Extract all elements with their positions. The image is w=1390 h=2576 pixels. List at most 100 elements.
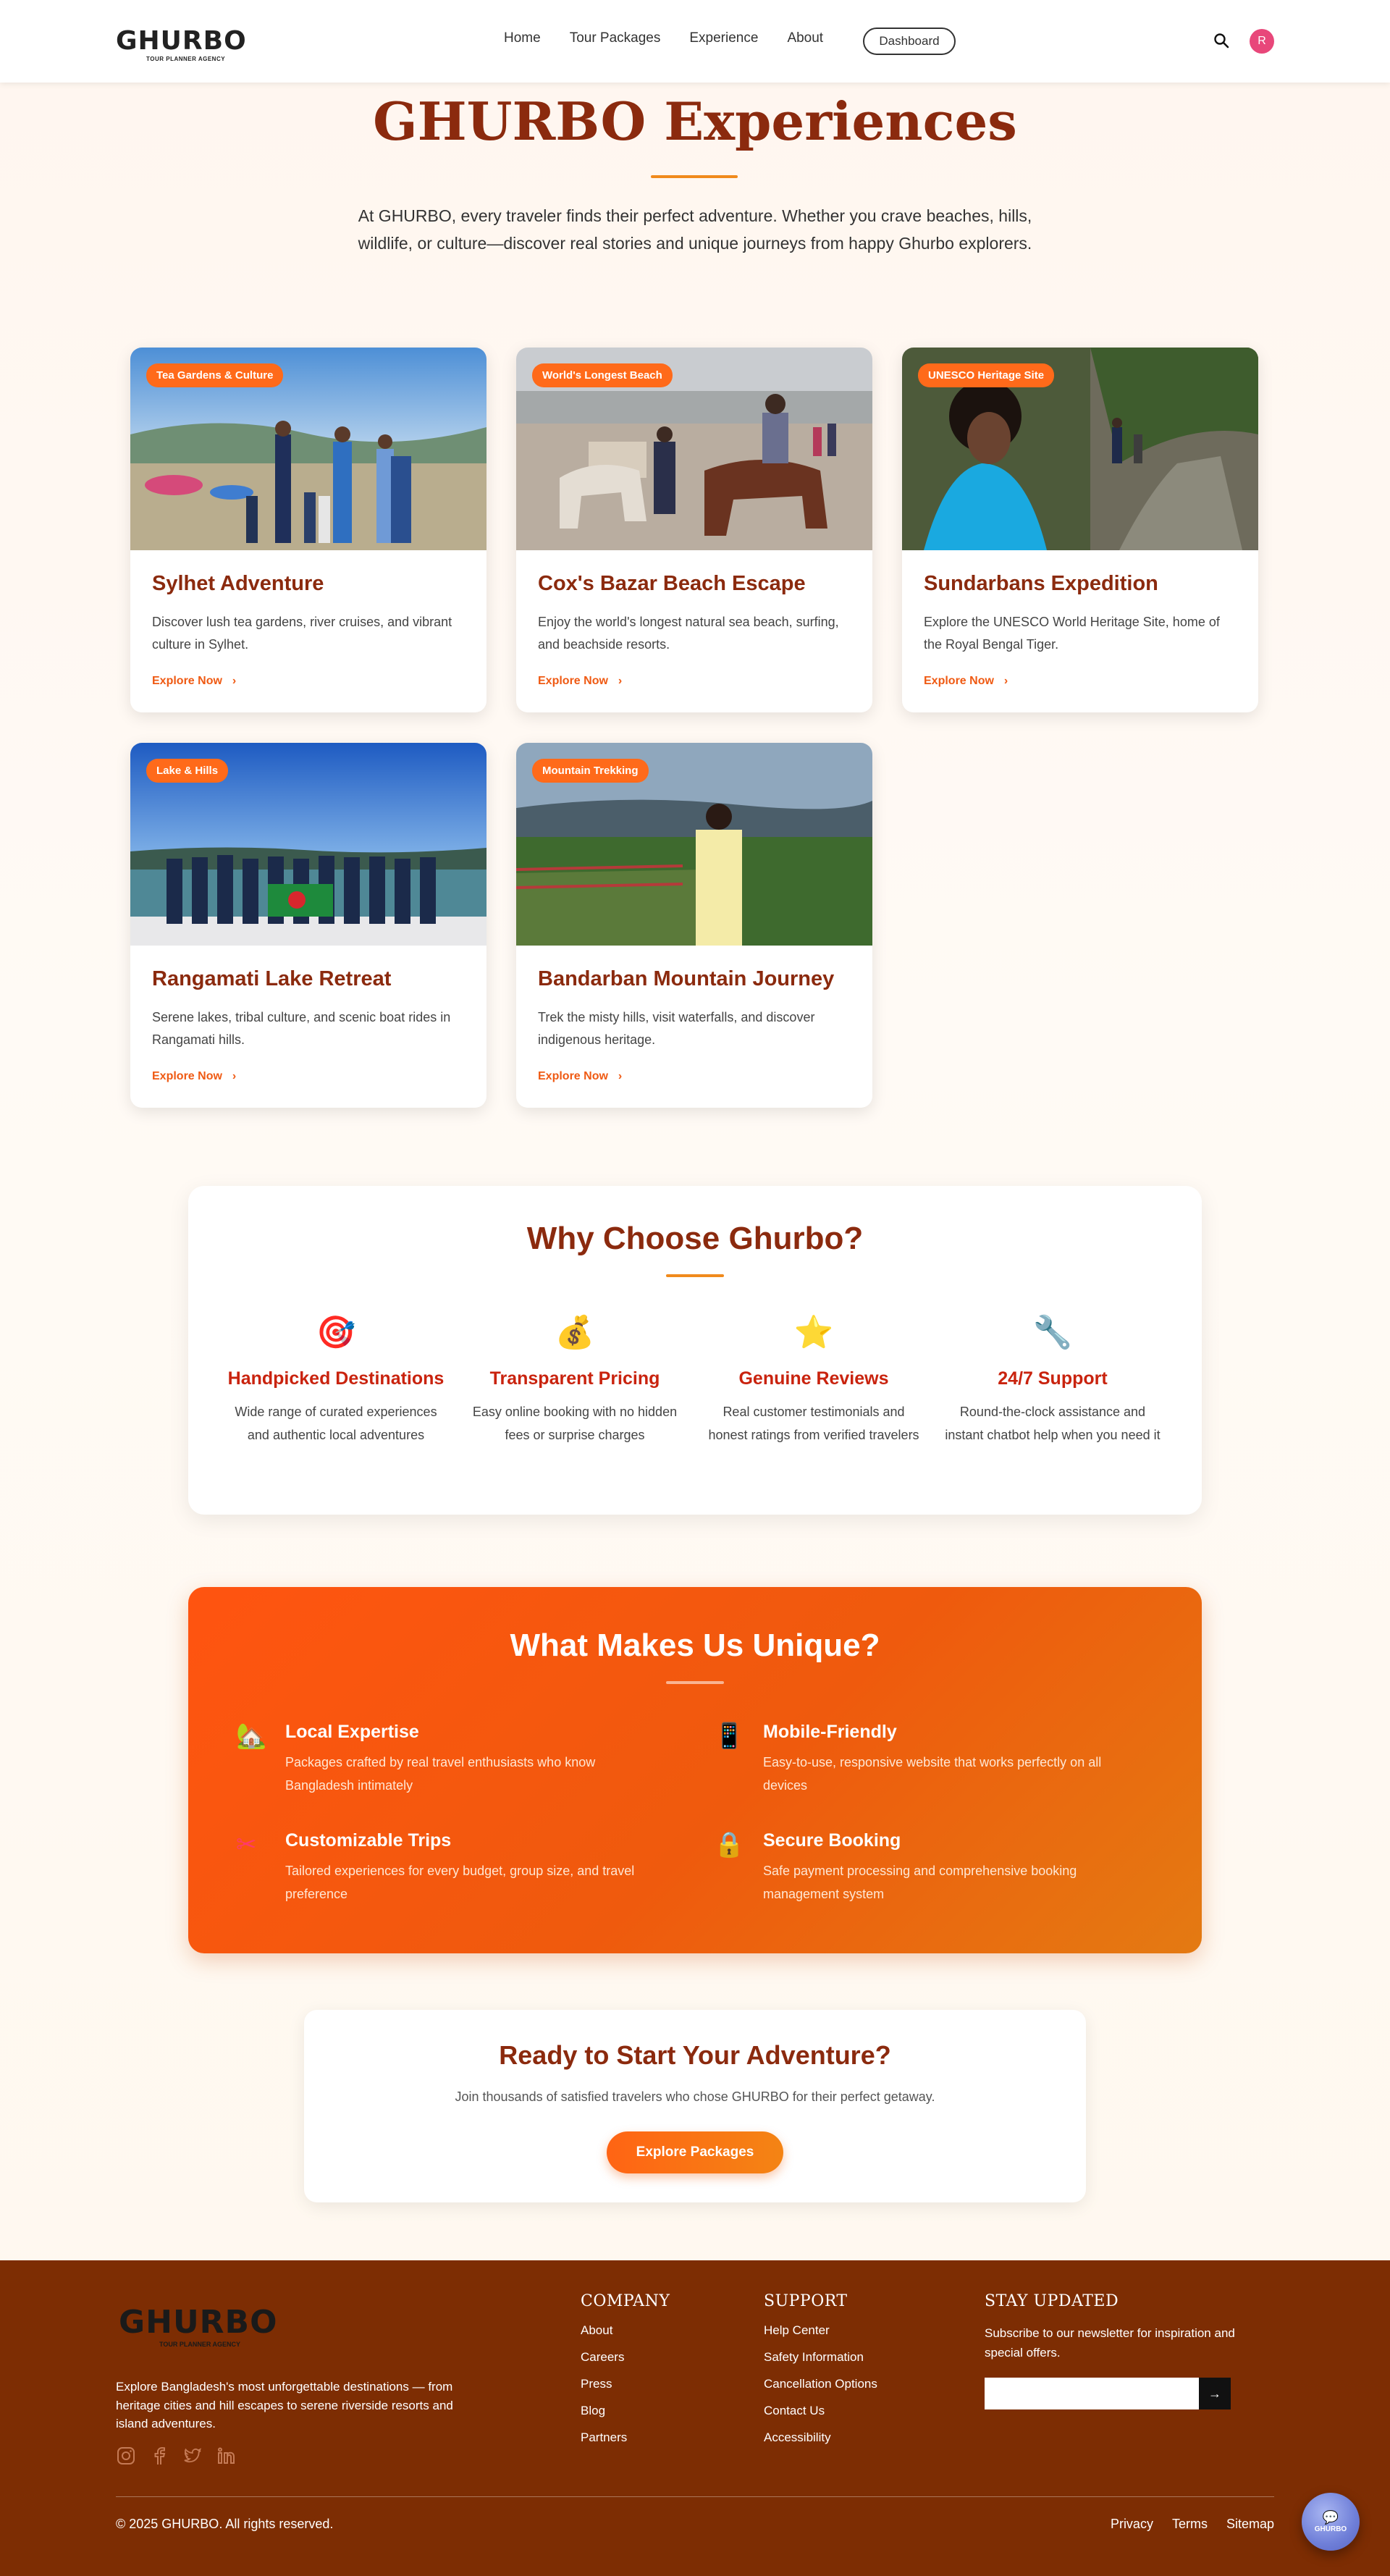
chevron-right-icon: ›	[1003, 675, 1008, 687]
footer-link-terms[interactable]: Terms	[1172, 2517, 1208, 2532]
linkedin-icon[interactable]	[216, 2446, 236, 2466]
nav-tour-packages[interactable]: Tour Packages	[570, 30, 661, 46]
feature-description: Wide range of curated experiences and au…	[235, 1405, 437, 1442]
footer-link-press[interactable]: Press	[581, 2377, 670, 2391]
feature-handpicked-destinations: 🎯 Handpicked Destinations Wide range of …	[227, 1313, 445, 1447]
explore-now-link[interactable]: Explore Now ›	[538, 1070, 622, 1083]
footer-link-privacy[interactable]: Privacy	[1111, 2517, 1153, 2532]
dashboard-button[interactable]: Dashboard	[863, 28, 956, 55]
footer-link-help-center[interactable]: Help Center	[764, 2323, 877, 2338]
logo-text: GHURBO	[116, 26, 247, 56]
explore-now-link[interactable]: Explore Now ›	[538, 675, 622, 688]
facebook-icon[interactable]	[149, 2446, 169, 2466]
card-tag: Mountain Trekking	[532, 759, 649, 783]
newsletter-email-input[interactable]	[985, 2378, 1199, 2409]
footer-company: COMPANY About Careers Press Blog Partner…	[581, 2292, 670, 2457]
footer-link-cancellation[interactable]: Cancellation Options	[764, 2377, 877, 2391]
cta-description: Join thousands of satisfied travelers wh…	[455, 2089, 935, 2104]
footer-logo[interactable]: GHURBO TOUR PLANNER AGENCY	[119, 2304, 278, 2348]
footer-link-careers[interactable]: Careers	[581, 2350, 670, 2365]
footer-about: Explore Bangladesh's most unforgettable …	[116, 2380, 453, 2430]
experience-card-rangamati[interactable]: Lake & Hills Rangamati Lake Retreat Sere…	[130, 743, 486, 1108]
feature-genuine-reviews: ⭐ Genuine Reviews Real customer testimon…	[705, 1313, 922, 1447]
feature-transparent-pricing: 💰 Transparent Pricing Easy online bookin…	[466, 1313, 683, 1447]
card-image: Tea Gardens & Culture	[130, 348, 486, 550]
title-divider	[666, 1274, 724, 1277]
explore-now-label: Explore Now	[538, 1070, 608, 1082]
chevron-right-icon: ›	[618, 1070, 623, 1082]
footer-link-sitemap[interactable]: Sitemap	[1226, 2517, 1274, 2532]
footer-link-safety[interactable]: Safety Information	[764, 2350, 877, 2365]
mobile-icon: 📱	[714, 1722, 745, 1750]
footer-col-title: STAY UPDATED	[985, 2292, 1119, 2310]
card-title: Sundarbans Expedition	[924, 572, 1158, 595]
feature-description: Round-the-clock assistance and instant c…	[945, 1405, 1161, 1442]
experience-card-sundarbans[interactable]: UNESCO Heritage Site Sundarbans Expediti…	[902, 348, 1258, 712]
card-description: Serene lakes, tribal culture, and scenic…	[152, 1010, 451, 1047]
chevron-right-icon: ›	[232, 675, 237, 687]
footer-link-about[interactable]: About	[581, 2323, 670, 2338]
feature-description: Easy online booking with no hidden fees …	[472, 1405, 678, 1442]
feature-description: Real customer testimonials and honest ra…	[708, 1405, 919, 1442]
social-links	[116, 2446, 236, 2466]
chevron-right-icon: ›	[232, 1070, 237, 1082]
chatbot-button[interactable]: 💬 GHURBO	[1302, 2493, 1360, 2551]
unique-section: What Makes Us Unique? 🏡 Local Expertise …	[188, 1587, 1202, 1953]
experience-card-coxs-bazar[interactable]: World's Longest Beach Cox's Bazar Beach …	[516, 348, 872, 712]
card-tag: Tea Gardens & Culture	[146, 363, 284, 387]
house-icon: 🏡	[236, 1722, 267, 1750]
hero-description: At GHURBO, every traveler finds their pe…	[358, 206, 1032, 253]
brand-logo[interactable]: GHURBO TOUR PLANNER AGENCY	[116, 26, 247, 62]
footer-col-title: SUPPORT	[764, 2292, 848, 2310]
experience-card-sylhet[interactable]: Tea Gardens & Culture Sylhet Adventure D…	[130, 348, 486, 712]
card-tag: World's Longest Beach	[532, 363, 673, 387]
explore-now-link[interactable]: Explore Now ›	[152, 1070, 236, 1083]
chevron-right-icon: ›	[618, 675, 623, 687]
card-description: Trek the misty hills, visit waterfalls, …	[538, 1010, 815, 1047]
feature-title: Handpicked Destinations	[227, 1368, 445, 1389]
feature-support: 🔧 24/7 Support Round-the-clock assistanc…	[944, 1313, 1161, 1447]
footer-support: SUPPORT Help Center Safety Information C…	[764, 2292, 877, 2457]
page-title: GHURBO Experiences	[373, 91, 1017, 152]
footer-newsletter: STAY UPDATED Subscribe to our newsletter…	[985, 2292, 1274, 2362]
footer-link-partners[interactable]: Partners	[581, 2430, 670, 2445]
footer-link-blog[interactable]: Blog	[581, 2404, 670, 2418]
section-title: What Makes Us Unique?	[510, 1628, 880, 1663]
experience-card-bandarban[interactable]: Mountain Trekking Bandarban Mountain Jou…	[516, 743, 872, 1108]
lock-icon: 🔒	[714, 1831, 745, 1859]
copyright: © 2025 GHURBO. All rights reserved.	[116, 2517, 334, 2531]
explore-packages-button[interactable]: Explore Packages	[607, 2131, 783, 2173]
card-title: Cox's Bazar Beach Escape	[538, 572, 806, 595]
logo-subtitle: TOUR PLANNER AGENCY	[146, 56, 226, 62]
footer-link-contact[interactable]: Contact Us	[764, 2404, 877, 2418]
footer-col-title: COMPANY	[581, 2292, 670, 2310]
main-nav: Home Tour Packages Experience About	[504, 30, 852, 46]
newsletter-submit-button[interactable]: →	[1199, 2378, 1231, 2409]
card-image: UNESCO Heritage Site	[902, 348, 1258, 550]
feature-title: Genuine Reviews	[738, 1368, 889, 1389]
nav-about[interactable]: About	[787, 30, 823, 46]
footer-divider	[116, 2496, 1274, 2497]
card-description: Enjoy the world's longest natural sea be…	[538, 615, 839, 652]
explore-now-label: Explore Now	[924, 675, 994, 687]
section-title: Why Choose Ghurbo?	[526, 1221, 864, 1256]
footer-link-accessibility[interactable]: Accessibility	[764, 2430, 877, 2445]
card-description: Explore the UNESCO World Heritage Site, …	[924, 615, 1220, 652]
unique-title: Mobile-Friendly	[763, 1722, 897, 1742]
unique-description: Packages crafted by real travel enthusia…	[285, 1755, 596, 1793]
user-avatar[interactable]: R	[1250, 29, 1274, 54]
explore-now-link[interactable]: Explore Now ›	[924, 675, 1008, 688]
chatbot-label: GHURBO	[1314, 2525, 1347, 2533]
explore-now-link[interactable]: Explore Now ›	[152, 675, 236, 688]
unique-title: Local Expertise	[285, 1722, 419, 1742]
nav-experience[interactable]: Experience	[689, 30, 758, 46]
twitter-icon[interactable]	[182, 2446, 203, 2466]
instagram-icon[interactable]	[116, 2446, 136, 2466]
explore-now-label: Explore Now	[538, 675, 608, 687]
target-icon: 🎯	[316, 1315, 356, 1350]
navbar: GHURBO TOUR PLANNER AGENCY Home Tour Pac…	[0, 0, 1390, 83]
search-icon[interactable]	[1213, 33, 1229, 49]
title-divider	[666, 1681, 724, 1684]
nav-home[interactable]: Home	[504, 30, 541, 46]
star-icon: ⭐	[793, 1315, 834, 1350]
